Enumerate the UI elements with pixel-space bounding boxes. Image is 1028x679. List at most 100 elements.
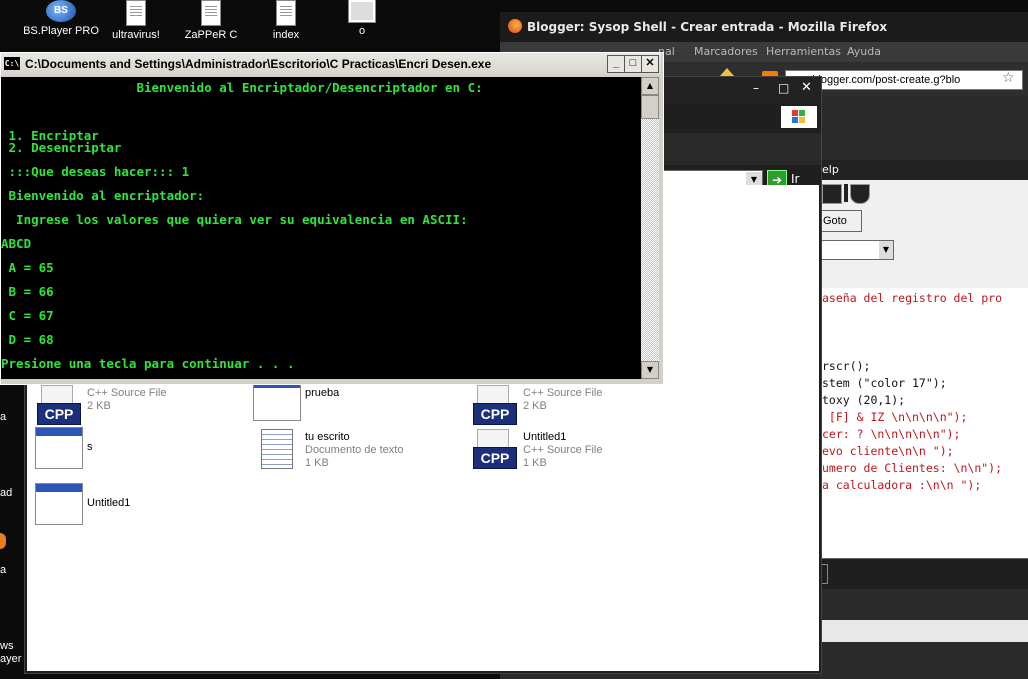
console-icon: C:\ [4,57,20,70]
editor-status-bar [820,558,1028,589]
file-item[interactable]: s [35,427,245,477]
console-line: 2. Desencriptar [1,140,122,155]
code-line: a calculadora :\n\n "); [822,478,982,492]
cpp-file-icon: CPP [35,385,81,429]
toolbar-button[interactable] [844,184,848,202]
file-name: prueba [305,387,340,399]
menu-item-marcadores[interactable]: Marcadores [694,45,758,58]
minimize-icon[interactable]: – [753,81,759,95]
goto-label: Goto [823,215,847,227]
cpp-file-icon: CPP [471,429,517,473]
scroll-down-button[interactable]: ▼ [641,361,659,379]
desktop-icon-zapper[interactable]: ZaPPeR C [172,0,250,41]
go-label: Ir [791,172,800,186]
file-name: Untitled1 [87,497,131,509]
side-label: ayer [0,653,22,665]
notepad-icon [261,429,293,469]
file-item[interactable]: Untitled1 [35,483,245,533]
bsplayer-icon: BS [46,0,76,22]
file-item[interactable]: CPP Untitled1 C++ Source File 1 KB [471,429,681,479]
menu-item-help[interactable]: elp [822,163,839,176]
chevron-down-icon: ▼ [879,241,893,259]
firefox-title: Blogger: Sysop Shell - Crear entrada - M… [527,20,888,34]
side-label: ad [0,487,13,499]
app-icon [0,533,6,549]
scroll-up-button[interactable]: ▲ [641,77,659,95]
file-item[interactable]: tu escrito Documento de texto 1 KB [253,429,463,479]
function-dropdown[interactable]: ▼ [820,240,894,260]
file-type: C++ Source File [523,387,603,399]
taskbar-strip [820,620,1028,642]
menu-item-herramientas[interactable]: Herramientas [766,45,841,58]
console-output[interactable]: Bienvenido al Encriptador/Desencriptador… [1,77,641,379]
document-icon [126,0,146,26]
maximize-icon[interactable]: □ [778,81,789,95]
desktop-icon-label: BS.Player PRO [23,25,99,37]
desktop-icon-bsplayer[interactable]: BS BS.Player PRO [22,0,100,37]
file-item[interactable]: prueba [253,379,463,435]
file-name: tu escrito [305,431,350,443]
code-line: cer: ? \n\n\n\n\n"); [822,427,961,441]
console-line: B = 66 [1,284,54,299]
goto-button[interactable]: Goto [820,210,862,232]
code-line: stem ("color 17"); [822,376,947,390]
code-editor-window: elp Goto ▼ aseña del registro del pro rs… [820,160,1028,679]
editor-menubar: elp [820,160,1028,180]
firefox-titlebar[interactable]: Blogger: Sysop Shell - Crear entrada - M… [500,12,1028,42]
side-label: a [0,564,7,576]
console-line: Bienvenido al encriptador: [1,188,205,203]
code-line: aseña del registro del pro [822,291,1003,305]
window-icon [253,379,301,421]
file-size: 2 KB [523,400,547,412]
desktop-icon-image[interactable]: o [323,0,401,37]
cpp-file-icon: CPP [471,385,517,429]
file-name: Untitled1 [523,431,567,443]
console-line: D = 68 [1,332,54,347]
file-item[interactable]: CPP C++ Source File 2 KB [471,385,681,435]
home-icon[interactable] [720,68,734,76]
console-window: C:\ C:\Documents and Settings\Administra… [0,52,664,385]
desktop-icon-label: ultravirus! [112,29,160,41]
desktop-icon-label: ZaPPeR C [184,29,238,41]
document-icon [201,0,221,26]
code-line: [F] & IZ \n\n\n\n"); [822,410,968,424]
firefox-icon [508,19,522,33]
menu-item-ayuda[interactable]: Ayuda [847,45,881,58]
code-text-area[interactable]: aseña del registro del pro rscr(); stem … [820,288,1028,558]
file-size: 2 KB [87,400,111,412]
toolbar-button[interactable] [850,184,870,204]
file-name: s [87,441,93,453]
console-line: Presione una tecla para continuar . . . [1,356,295,371]
code-line: toxy (20,1); [822,393,906,407]
console-line: A = 65 [1,260,54,275]
windows-logo-icon [781,106,817,128]
side-label: ws [0,640,14,652]
code-line: umero de Clientes: \n\n"); [822,461,1003,475]
console-title: C:\Documents and Settings\Administrador\… [25,57,492,71]
console-scrollbar[interactable]: ▲ ▼ [641,77,659,379]
document-icon [276,0,296,26]
file-type: Documento de texto [305,444,404,456]
bookmark-star-icon[interactable]: ☆ [1002,70,1015,86]
close-icon[interactable]: ✕ [801,80,812,95]
console-line: ABCD [1,236,32,251]
toolbar-button[interactable] [822,184,842,204]
maximize-button[interactable]: □ [624,55,642,73]
file-type: C++ Source File [87,387,167,399]
console-titlebar[interactable]: C:\ C:\Documents and Settings\Administra… [1,53,661,75]
side-label: a [0,411,7,423]
console-line: Ingrese los valores que quiera ver su eq… [1,212,468,227]
console-line: Bienvenido al Encriptador/Desencriptador… [1,80,483,95]
console-line: C = 67 [1,308,54,323]
desktop-icon-ultravirus[interactable]: ultravirus! [97,0,175,41]
file-size: 1 KB [305,457,329,469]
console-line: :::Que deseas hacer::: 1 [1,164,190,179]
image-icon [349,0,375,22]
minimize-button[interactable]: _ [607,55,625,73]
scroll-thumb[interactable] [641,95,659,119]
desktop-icon-index[interactable]: index [247,0,325,41]
window-icon [35,427,83,469]
close-button[interactable]: ✕ [641,55,659,73]
file-size: 1 KB [523,457,547,469]
desktop-icon-label: o [358,25,366,37]
